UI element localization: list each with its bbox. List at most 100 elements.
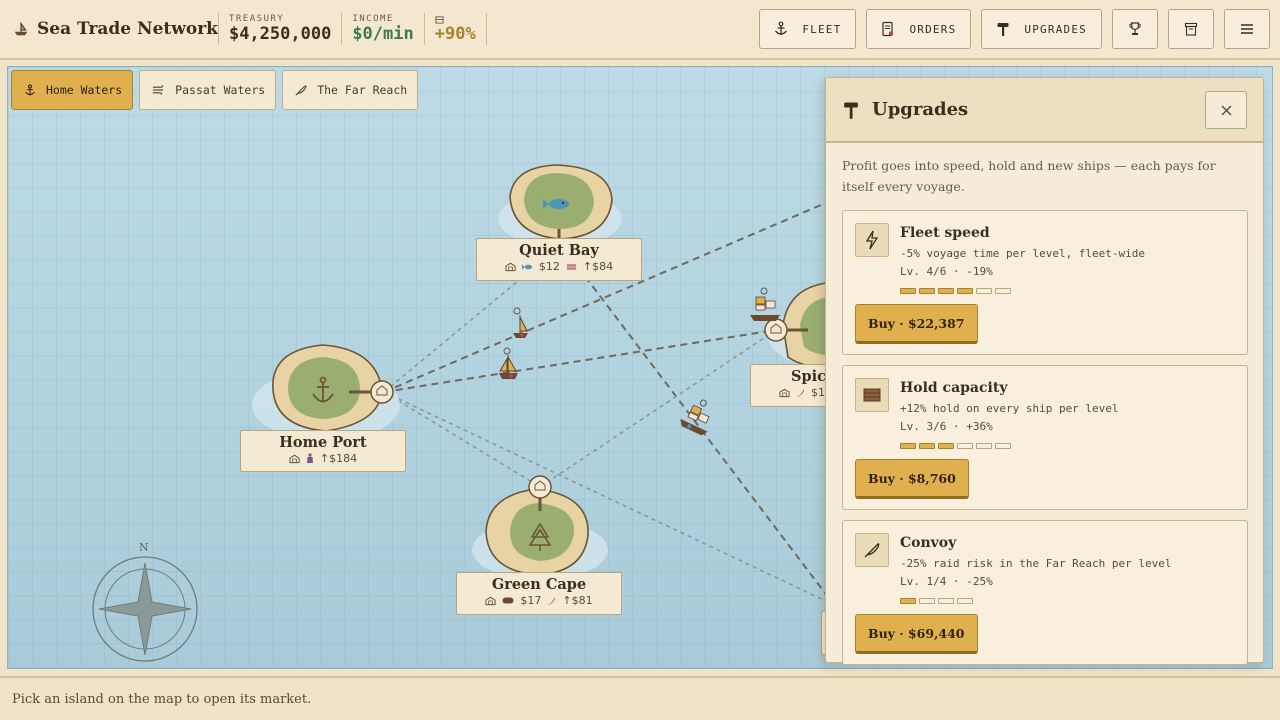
compass-north-label: N bbox=[139, 541, 149, 554]
island-label-green-cape[interactable]: Green Cape $17 ↑$81 bbox=[456, 572, 622, 615]
good-price: $17 bbox=[520, 594, 542, 607]
island-home-port[interactable] bbox=[252, 344, 400, 441]
route-line bbox=[383, 391, 829, 603]
ship[interactable] bbox=[750, 287, 780, 321]
level-pip bbox=[900, 598, 916, 604]
fleet-button-label: FLEET bbox=[802, 22, 842, 36]
feather-icon bbox=[295, 85, 307, 96]
level-pip bbox=[976, 288, 992, 294]
archive-icon bbox=[1184, 22, 1198, 36]
crate-icon bbox=[855, 378, 889, 412]
tab-passat-waters[interactable]: Passat Waters bbox=[139, 70, 277, 110]
island-label-home-port[interactable]: Home Port ↑$184 bbox=[240, 430, 406, 472]
close-icon bbox=[1221, 105, 1231, 115]
level-pip bbox=[900, 288, 916, 294]
warehouse-icon bbox=[485, 596, 496, 605]
menu-icon bbox=[1241, 24, 1253, 34]
app-title: Sea Trade Network bbox=[37, 19, 218, 39]
good-price: $12 bbox=[538, 260, 560, 273]
island-quiet-bay[interactable] bbox=[498, 164, 622, 247]
level-pip bbox=[919, 443, 935, 449]
trophy-icon bbox=[1129, 22, 1141, 35]
status-bar: Pick an island on the map to open its ma… bbox=[0, 676, 1280, 720]
level-pip bbox=[957, 443, 973, 449]
archive-button[interactable] bbox=[1168, 9, 1214, 49]
menu-button[interactable] bbox=[1224, 9, 1270, 49]
top-bar: Sea Trade Network TREASURY $4,250,000 IN… bbox=[0, 0, 1280, 60]
fleet-button[interactable]: FLEET bbox=[759, 9, 857, 49]
feather-icon bbox=[855, 533, 889, 567]
card-desc: -25% raid risk in the Far Reach per leve… bbox=[900, 557, 1172, 570]
tab-far-reach[interactable]: The Far Reach bbox=[282, 70, 419, 110]
island-green-cape[interactable] bbox=[472, 475, 608, 580]
route-line bbox=[383, 329, 777, 393]
level-pip bbox=[995, 443, 1011, 449]
treasury-label: TREASURY bbox=[228, 14, 285, 24]
level-pip bbox=[938, 288, 954, 294]
card-title: Hold capacity bbox=[900, 380, 1008, 396]
tab-home-waters[interactable]: Home Waters bbox=[11, 70, 134, 110]
upgrades-button[interactable]: UPGRADES bbox=[981, 9, 1102, 49]
cloth-icon bbox=[566, 263, 576, 270]
card-desc: -5% voyage time per level, fleet-wide bbox=[900, 247, 1146, 260]
anchor-icon bbox=[775, 21, 788, 35]
upgrade-card-hold-capacity: Hold capacity +12% hold on every ship pe… bbox=[842, 365, 1248, 510]
anchor-icon bbox=[25, 83, 35, 95]
fish-icon bbox=[521, 263, 532, 270]
warehouse-icon bbox=[289, 454, 300, 463]
route-line bbox=[539, 329, 777, 488]
level-pips bbox=[900, 288, 1011, 294]
orders-button[interactable]: ORDERS bbox=[866, 9, 972, 49]
route-line bbox=[383, 391, 541, 488]
pepper-icon bbox=[548, 596, 556, 605]
hammer-icon bbox=[997, 23, 1009, 36]
tab-passat-waters-label: Passat Waters bbox=[175, 83, 266, 97]
nav-buttons: FLEET ORDERS UPGRADES bbox=[759, 9, 1270, 49]
level-pip bbox=[900, 443, 916, 449]
upgrades-panel: Upgrades Profit goes into speed, hold an… bbox=[825, 77, 1264, 665]
level-pip bbox=[938, 443, 954, 449]
treasury-value: $4,250,000 bbox=[228, 24, 332, 44]
card-desc: +12% hold on every ship per level bbox=[900, 402, 1119, 415]
brand: Sea Trade Network bbox=[0, 0, 218, 58]
level-pips bbox=[900, 598, 973, 604]
panel-title: Upgrades bbox=[872, 99, 969, 120]
orders-button-label: ORDERS bbox=[909, 22, 957, 36]
upgrade-card-convoy: Convoy -25% raid risk in the Far Reach p… bbox=[842, 520, 1248, 665]
buy-fleet-speed-button[interactable]: Buy · $22,387 bbox=[855, 304, 978, 344]
ship[interactable] bbox=[678, 394, 719, 437]
card-level: Lv. 4/6 · -19% bbox=[900, 265, 993, 278]
close-button[interactable] bbox=[1205, 91, 1247, 129]
level-pip bbox=[919, 598, 935, 604]
wind-icon bbox=[153, 85, 164, 95]
income-stat: INCOME $0/min bbox=[341, 13, 423, 45]
level-pip bbox=[976, 443, 992, 449]
ship-icon bbox=[14, 21, 28, 36]
island-name: Home Port bbox=[279, 434, 367, 451]
status-text: Pick an island on the map to open its ma… bbox=[12, 691, 312, 707]
good-price: ↑$81 bbox=[562, 594, 593, 607]
ship[interactable] bbox=[513, 307, 528, 338]
good-price: ↑$84 bbox=[582, 260, 614, 273]
hammer-icon bbox=[844, 102, 858, 119]
level-pip bbox=[957, 288, 973, 294]
card-level: Lv. 3/6 · +36% bbox=[900, 420, 993, 433]
buy-hold-capacity-button[interactable]: Buy · $8,760 bbox=[855, 459, 969, 499]
ship[interactable] bbox=[499, 347, 518, 379]
card-title: Fleet speed bbox=[900, 225, 990, 241]
potion-icon bbox=[306, 453, 313, 463]
island-name: Green Cape bbox=[491, 576, 587, 593]
panel-header: Upgrades bbox=[826, 78, 1263, 143]
island-label-quiet-bay[interactable]: Quiet Bay $12 ↑$84 bbox=[476, 238, 642, 281]
bonus-value: +90% bbox=[434, 23, 476, 44]
good-price: ↑$184 bbox=[319, 452, 358, 465]
income-label: INCOME bbox=[352, 14, 394, 24]
level-pip bbox=[919, 288, 935, 294]
tab-home-waters-label: Home Waters bbox=[46, 83, 123, 97]
island-stats: ↑$184 bbox=[241, 452, 405, 465]
island-name: Quiet Bay bbox=[519, 242, 599, 259]
buy-convoy-button[interactable]: Buy · $69,440 bbox=[855, 614, 978, 654]
trophy-button[interactable] bbox=[1112, 9, 1158, 49]
island-stats: $12 ↑$84 bbox=[477, 260, 641, 273]
level-pip bbox=[957, 598, 973, 604]
